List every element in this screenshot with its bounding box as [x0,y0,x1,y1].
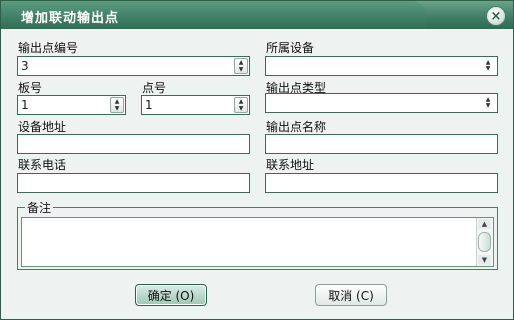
title-tab: 增加联动输出点 [1,1,426,29]
device-label: 所属设备 [266,41,315,55]
remark-scrollbar[interactable]: ▲ ▼ [476,218,493,266]
close-icon: × [490,8,502,24]
output-point-no-label: 输出点编号 [18,41,79,55]
device-select[interactable]: ▲ ▼ [265,56,498,76]
device-address-input[interactable] [17,134,250,154]
spin-up-icon: ▲ [114,98,120,105]
updown-arrow-icon: ▲ ▼ [485,59,491,72]
scroll-thumb[interactable] [478,232,491,252]
contact-phone-input[interactable] [17,173,250,193]
remark-textarea[interactable]: ▲ ▼ [21,217,494,267]
title-bar[interactable]: 增加联动输出点 × [1,1,513,29]
remark-group: 备注 ▲ ▼ [17,199,498,270]
output-type-select[interactable]: ▲ ▼ [265,93,498,113]
board-no-label: 板号 [18,81,43,95]
output-point-no-field[interactable]: 3 ▲ ▼ [17,56,250,76]
point-no-field[interactable]: 1 ▲ ▼ [141,95,250,115]
spin-down-icon: ▼ [238,66,244,73]
contact-address-label: 联系地址 [266,158,315,172]
board-no-spinner[interactable]: ▲ ▼ [110,97,124,113]
point-no-value: 1 [145,98,153,112]
updown-arrow-icon: ▲ ▼ [485,96,491,109]
scroll-up-icon[interactable]: ▲ [478,219,491,229]
output-point-no-spinner[interactable]: ▲ ▼ [234,58,248,74]
close-button[interactable]: × [486,6,506,26]
spin-down-icon: ▼ [238,105,244,112]
point-no-spinner[interactable]: ▲ ▼ [234,97,248,113]
output-point-no-value: 3 [21,59,29,73]
board-no-value: 1 [21,98,29,112]
spin-up-icon: ▲ [238,59,244,66]
contact-address-input[interactable] [265,173,498,193]
window-title: 增加联动输出点 [21,11,120,26]
remark-label: 备注 [25,199,54,216]
scroll-down-icon[interactable]: ▼ [478,255,491,265]
contact-phone-label: 联系电话 [18,158,67,172]
output-name-label: 输出点名称 [266,120,327,134]
cancel-button[interactable]: 取消 (C) [315,284,387,306]
output-name-input[interactable] [265,134,498,154]
spin-down-icon: ▼ [114,105,120,112]
ok-button[interactable]: 确定 (O) [135,284,207,306]
board-no-field[interactable]: 1 ▲ ▼ [17,95,126,115]
spin-up-icon: ▲ [238,98,244,105]
point-no-label: 点号 [142,81,167,95]
device-address-label: 设备地址 [18,120,67,134]
dialog-window: 增加联动输出点 × 输出点编号 3 ▲ ▼ 所属设备 ▲ ▼ 板号 1 ▲ ▼ 点… [0,0,514,320]
